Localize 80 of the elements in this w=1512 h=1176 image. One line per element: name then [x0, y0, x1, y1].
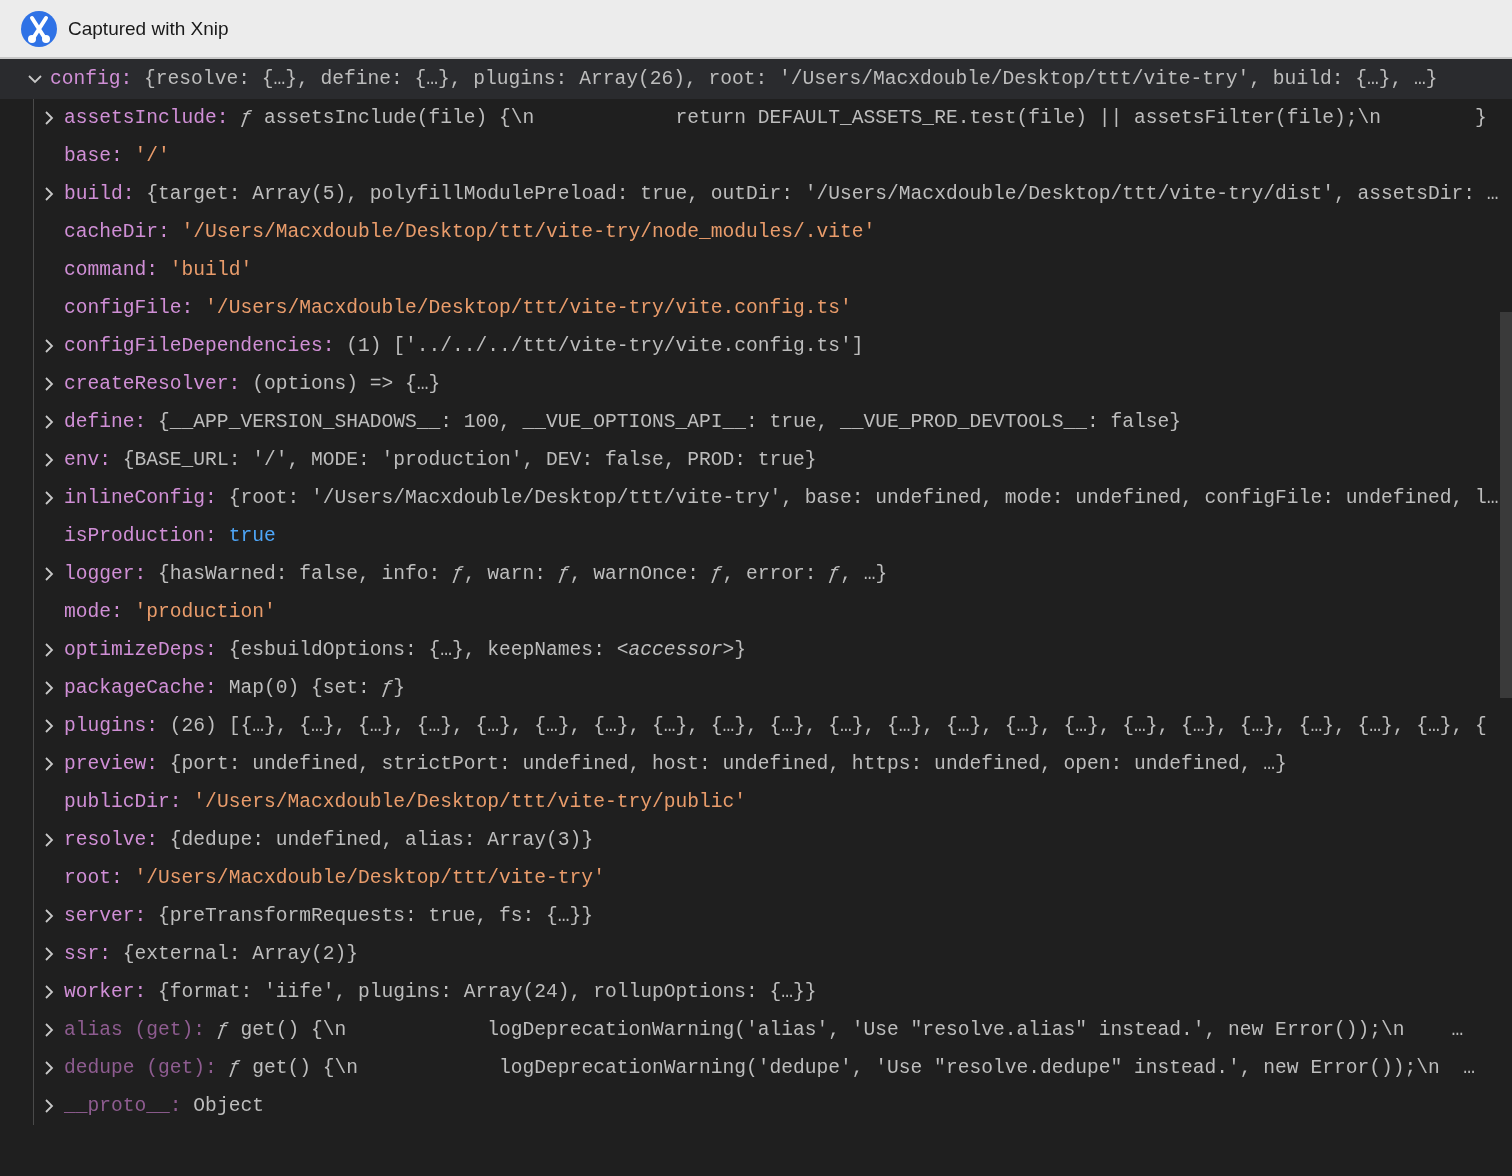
chevron-right-icon[interactable]	[42, 1061, 56, 1075]
chevron-right-icon[interactable]	[42, 453, 56, 467]
property-value: (options) => {…}	[252, 373, 441, 395]
chevron-right-icon[interactable]	[42, 833, 56, 847]
chevron-down-icon[interactable]	[28, 72, 42, 86]
property-key: server:	[64, 905, 147, 927]
property-value: ƒ assetsInclude(file) {\n return DEFAULT_ASSETS_RE.test(file) || assetsFilter(file);\n }	[240, 107, 1487, 129]
property-value: {BASE_URL: '/', MODE: 'production', DEV: false, PROD: true}	[122, 449, 817, 471]
property-value: '/Users/Macxdouble/Desktop/ttt/vite-try/public'	[193, 791, 746, 813]
property-key: optimizeDeps:	[64, 639, 217, 661]
property-value: '/'	[134, 145, 170, 167]
property-key: resolve:	[64, 829, 159, 851]
property-key: logger:	[64, 563, 147, 585]
property-value: {format: 'iife', plugins: Array(24), rollupOptions: {…}}	[158, 981, 817, 1003]
property-key: alias (get):	[64, 1019, 206, 1041]
property-key: publicDir:	[64, 791, 182, 813]
property-value: {root: '/Users/Macxdouble/Desktop/ttt/vite-try', base: undefined, mode: undefined, configFile: undefined, l…	[228, 487, 1499, 509]
property-value: '/Users/Macxdouble/Desktop/ttt/vite-try'	[134, 867, 605, 889]
property-key: isProduction:	[64, 525, 217, 547]
chevron-right-icon[interactable]	[42, 415, 56, 429]
property-value: {external: Array(2)}	[122, 943, 358, 965]
property-key: ssr:	[64, 943, 112, 965]
property-value: ƒ get() {\n logDeprecationWarning('dedupe', 'Use "resolve.dedupe" instead.', new Error());\n …	[228, 1057, 1475, 1079]
property-key: preview:	[64, 753, 159, 775]
property-key: command:	[64, 259, 159, 281]
property-key: mode:	[64, 601, 123, 623]
chevron-right-icon[interactable]	[42, 757, 56, 771]
chevron-right-icon[interactable]	[42, 567, 56, 581]
property-value: 'build'	[169, 259, 253, 281]
chevron-right-icon[interactable]	[42, 681, 56, 695]
property-key: define:	[64, 411, 147, 433]
property-value: '/Users/Macxdouble/Desktop/ttt/vite-try/vite.config.ts'	[205, 297, 852, 319]
property-key: cacheDir:	[64, 221, 170, 243]
chevron-right-icon[interactable]	[42, 719, 56, 733]
chevron-right-icon[interactable]	[42, 1023, 56, 1037]
property-value: Map(0) {set: ƒ}	[228, 677, 405, 699]
property-value: 'production'	[134, 601, 276, 623]
property-key: configFileDependencies:	[64, 335, 335, 357]
app-logo-icon	[20, 9, 58, 48]
property-key: build:	[64, 183, 135, 205]
property-value: {preTransformRequests: true, fs: {…}}	[158, 905, 594, 927]
property-value: true	[228, 525, 276, 547]
property-key: plugins:	[64, 715, 159, 737]
property-key: createResolver:	[64, 373, 241, 395]
chevron-right-icon[interactable]	[42, 643, 56, 657]
chevron-right-icon[interactable]	[42, 985, 56, 999]
tree-row[interactable]: config: {resolve: {…}, define: {…}, plugins: Array(26), root: '/Users/Macxdouble/Desktop/ttt/vite-try', build: {…}, …}	[0, 59, 1512, 99]
property-value: {resolve: {…}, define: {…}, plugins: Array(26), root: '/Users/Macxdouble/Desktop/ttt/vite-try', build: {…}, …}	[144, 68, 1438, 90]
chevron-right-icon[interactable]	[42, 111, 56, 125]
property-value: ƒ get() {\n logDeprecationWarning('alias', 'Use "resolve.alias" instead.', new Error());\n …	[216, 1019, 1464, 1041]
property-value: '/Users/Macxdouble/Desktop/ttt/vite-try/node_modules/.vite'	[181, 221, 876, 243]
property-key: root:	[64, 867, 123, 889]
property-value: {hasWarned: false, info: ƒ, warn: ƒ, warnOnce: ƒ, error: ƒ, …}	[158, 563, 888, 585]
property-value: Object	[193, 1095, 264, 1117]
window-title: Captured with Xnip	[68, 17, 229, 40]
chevron-right-icon[interactable]	[42, 1099, 56, 1113]
property-value: (1) ['../../../ttt/vite-try/vite.config.ts']	[346, 335, 864, 357]
property-key: configFile:	[64, 297, 194, 319]
property-value: (26) [{…}, {…}, {…}, {…}, {…}, {…}, {…}, {…}, {…}, {…}, {…}, {…}, {…}, {…}, {…}, {…}, {…}, {…}, {…}, {…}, {…}, {	[169, 715, 1487, 737]
chevron-right-icon[interactable]	[42, 187, 56, 201]
property-value: {dedupe: undefined, alias: Array(3)}	[169, 829, 594, 851]
property-key: config:	[50, 68, 133, 90]
chevron-right-icon[interactable]	[42, 491, 56, 505]
chevron-right-icon[interactable]	[42, 947, 56, 961]
property-key: base:	[64, 145, 123, 167]
chevron-right-icon[interactable]	[42, 377, 56, 391]
property-value: {__APP_VERSION_SHADOWS__: 100, __VUE_OPTIONS_API__: true, __VUE_PROD_DEVTOOLS__: false}	[158, 411, 1182, 433]
property-key: assetsInclude:	[64, 107, 229, 129]
property-key: worker:	[64, 981, 147, 1003]
property-key: env:	[64, 449, 112, 471]
property-value: {port: undefined, strictPort: undefined, host: undefined, https: undefined, open: undefined, …}	[169, 753, 1287, 775]
chevron-right-icon[interactable]	[42, 909, 56, 923]
property-key: inlineConfig:	[64, 487, 217, 509]
property-key: packageCache:	[64, 677, 217, 699]
property-value: {target: Array(5), polyfillModulePreload: true, outDir: '/Users/Macxdouble/Desktop/ttt/vite-try/dist', assetsDir: …	[146, 183, 1499, 205]
property-key: dedupe (get):	[64, 1057, 217, 1079]
chevron-right-icon[interactable]	[42, 339, 56, 353]
property-value: {esbuildOptions: {…}, keepNames: <accessor>}	[228, 639, 746, 661]
scrollbar-thumb[interactable]	[1500, 312, 1512, 698]
property-key: __proto__:	[64, 1095, 182, 1117]
